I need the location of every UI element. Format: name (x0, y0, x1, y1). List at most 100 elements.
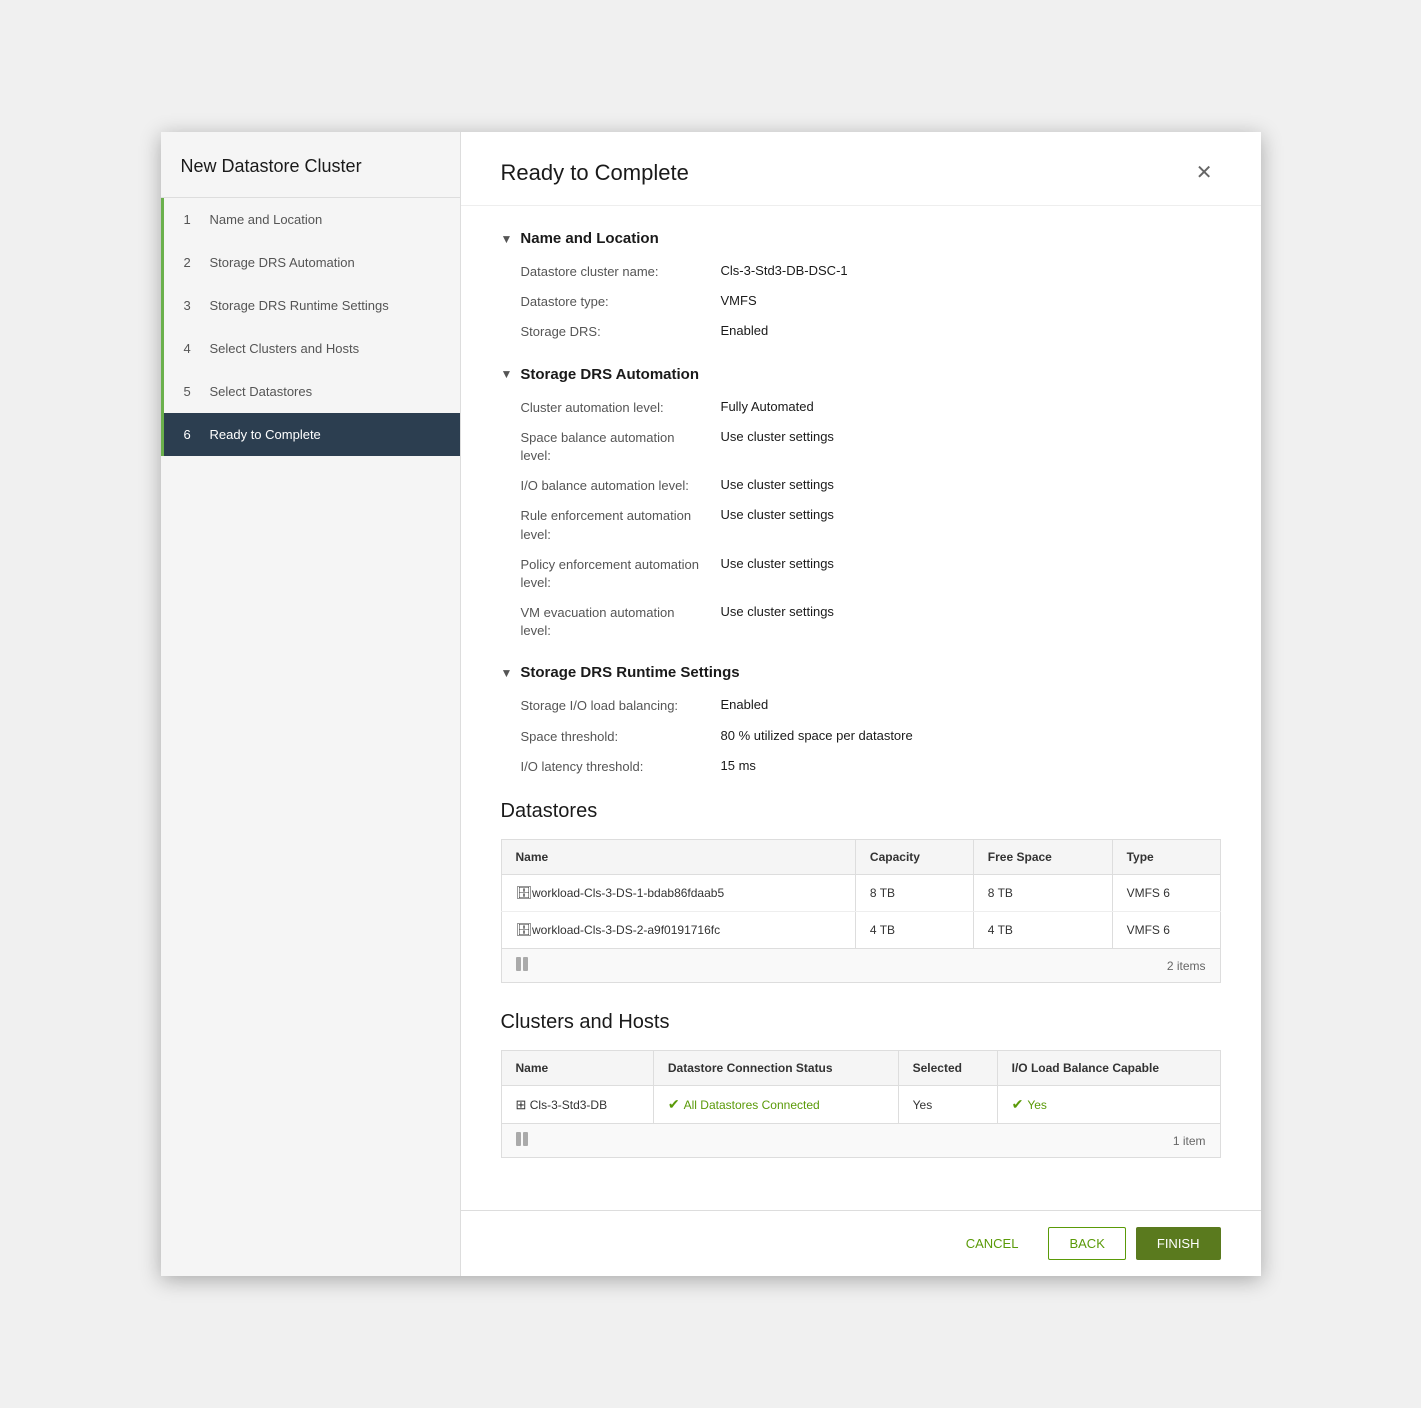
cancel-button[interactable]: CANCEL (946, 1227, 1039, 1260)
field-value: Use cluster settings (721, 507, 1221, 543)
table-column-header: Selected (898, 1051, 997, 1086)
sidebar-item-label: Name and Location (210, 212, 323, 227)
table-row: workload-Cls-3-DS-2-a9f0191716fc 4 TB 4 … (501, 912, 1220, 949)
sidebar-item-label: Storage DRS Runtime Settings (210, 298, 389, 313)
field-label: Rule enforcement automation level: (521, 507, 721, 543)
field-value: Cls-3-Std3-DB-DSC-1 (721, 263, 1221, 281)
close-button[interactable]: ✕ (1188, 156, 1221, 189)
field-value: Use cluster settings (721, 477, 1221, 495)
section-title-runtime: Storage DRS Runtime Settings (520, 664, 739, 681)
status-connected: ✔All Datastores Connected (668, 1096, 884, 1113)
storage-drs-automation-header: ▼ Storage DRS Automation (501, 366, 1221, 383)
field-label: Storage DRS: (521, 323, 721, 341)
field-row: Datastore type:VMFS (501, 293, 1221, 311)
datastore-name: workload-Cls-3-DS-1-bdab86fdaab5 (501, 875, 855, 912)
sidebar-item-ready-to-complete[interactable]: 6Ready to Complete (161, 413, 460, 456)
field-row: Policy enforcement automation level:Use … (501, 556, 1221, 592)
field-row: Space balance automation level:Use clust… (501, 429, 1221, 465)
datastore-type: VMFS 6 (1112, 912, 1220, 949)
step-number: 5 (184, 384, 200, 399)
field-label: I/O latency threshold: (521, 758, 721, 776)
datastores-section: Datastores NameCapacityFree SpaceType wo… (501, 800, 1221, 983)
table-column-header: Name (501, 1051, 653, 1086)
clusters-hosts-title: Clusters and Hosts (501, 1011, 1221, 1034)
step-number: 2 (184, 255, 200, 270)
table-column-header: Capacity (855, 840, 973, 875)
field-row: Space threshold:80 % utilized space per … (501, 728, 1221, 746)
sidebar: New Datastore Cluster 1 Name and Location… (161, 132, 461, 1276)
back-button[interactable]: BACK (1048, 1227, 1125, 1260)
table-column-header: Datastore Connection Status (653, 1051, 898, 1086)
step-number: 6 (184, 427, 200, 442)
clusters-count: 1 item (1173, 1134, 1206, 1148)
chevron-icon-runtime[interactable]: ▼ (501, 666, 513, 680)
dialog-title: New Datastore Cluster (161, 132, 460, 198)
clusters-hosts-section: Clusters and Hosts NameDatastore Connect… (501, 1011, 1221, 1158)
sidebar-item-select-clusters-hosts[interactable]: 4 Select Clusters and Hosts (161, 327, 460, 370)
field-label: Storage I/O load balancing: (521, 697, 721, 715)
field-row: Storage DRS:Enabled (501, 323, 1221, 341)
section-title: Name and Location (520, 230, 658, 247)
main-content: Ready to Complete ✕ ▼ Name and Location … (461, 132, 1261, 1276)
sidebar-item-label: Select Clusters and Hosts (210, 341, 360, 356)
field-label: Space threshold: (521, 728, 721, 746)
field-value: Use cluster settings (721, 429, 1221, 465)
cluster-io-capable: ✔Yes (997, 1086, 1220, 1124)
sidebar-item-storage-drs-automation[interactable]: 2 Storage DRS Automation (161, 241, 460, 284)
clusters-hosts-table: NameDatastore Connection StatusSelectedI… (501, 1050, 1221, 1124)
datastore-type: VMFS 6 (1112, 875, 1220, 912)
storage-drs-automation-section: ▼ Storage DRS Automation Cluster automat… (501, 366, 1221, 641)
storage-drs-runtime-header: ▼ Storage DRS Runtime Settings (501, 664, 1221, 681)
datastore-icon (516, 886, 533, 900)
field-row: VM evacuation automation level:Use clust… (501, 604, 1221, 640)
finish-button[interactable]: FINISH (1136, 1227, 1221, 1260)
step-number: 4 (184, 341, 200, 356)
table-column-header: I/O Load Balance Capable (997, 1051, 1220, 1086)
field-row: Rule enforcement automation level:Use cl… (501, 507, 1221, 543)
sidebar-item-label: Storage DRS Automation (210, 255, 355, 270)
field-row: Cluster automation level:Fully Automated (501, 399, 1221, 417)
field-row: Datastore cluster name:Cls-3-Std3-DB-DSC… (501, 263, 1221, 281)
field-value: 80 % utilized space per datastore (721, 728, 1221, 746)
datastore-capacity: 8 TB (855, 875, 973, 912)
sidebar-item-select-datastores[interactable]: 5 Select Datastores (161, 370, 460, 413)
field-label: Cluster automation level: (521, 399, 721, 417)
chevron-icon-automation[interactable]: ▼ (501, 367, 513, 381)
datastores-count: 2 items (1167, 959, 1206, 973)
step-number: 3 (184, 298, 200, 313)
cluster-icon (516, 1098, 527, 1112)
datastore-icon (516, 923, 533, 937)
field-label: Space balance automation level: (521, 429, 721, 465)
name-and-location-header: ▼ Name and Location (501, 230, 1221, 247)
section-title-automation: Storage DRS Automation (520, 366, 699, 383)
field-value: 15 ms (721, 758, 1221, 776)
main-body: ▼ Name and Location Datastore cluster na… (461, 206, 1261, 1210)
field-label: Datastore cluster name: (521, 263, 721, 281)
field-label: Datastore type: (521, 293, 721, 311)
field-value: Use cluster settings (721, 604, 1221, 640)
table-column-header: Name (501, 840, 855, 875)
io-capable-status: ✔Yes (1012, 1096, 1206, 1113)
columns-icon (516, 957, 528, 974)
check-circle-icon: ✔ (668, 1096, 680, 1113)
cluster-name: Cls-3-Std3-DB (501, 1086, 653, 1124)
field-value: Enabled (721, 697, 1221, 715)
check-circle-icon-io: ✔ (1012, 1096, 1024, 1113)
datastores-table: NameCapacityFree SpaceType workload-Cls-… (501, 839, 1221, 949)
table-row: workload-Cls-3-DS-1-bdab86fdaab5 8 TB 8 … (501, 875, 1220, 912)
sidebar-item-storage-drs-runtime[interactable]: 3 Storage DRS Runtime Settings (161, 284, 460, 327)
datastore-free-space: 4 TB (973, 912, 1112, 949)
page-title: Ready to Complete (501, 160, 689, 186)
step-number: 1 (184, 212, 200, 227)
main-header: Ready to Complete ✕ (461, 132, 1261, 206)
columns-icon-clusters (516, 1132, 528, 1149)
table-row: Cls-3-Std3-DB ✔All Datastores Connected … (501, 1086, 1220, 1124)
table-column-header: Type (1112, 840, 1220, 875)
sidebar-item-name-location[interactable]: 1 Name and Location (161, 198, 460, 241)
dialog-footer: CANCEL BACK FINISH (461, 1210, 1261, 1276)
chevron-icon[interactable]: ▼ (501, 232, 513, 246)
clusters-table-footer: 1 item (501, 1124, 1221, 1158)
field-value: Fully Automated (721, 399, 1221, 417)
field-row: I/O balance automation level:Use cluster… (501, 477, 1221, 495)
sidebar-item-label: Select Datastores (210, 384, 313, 399)
